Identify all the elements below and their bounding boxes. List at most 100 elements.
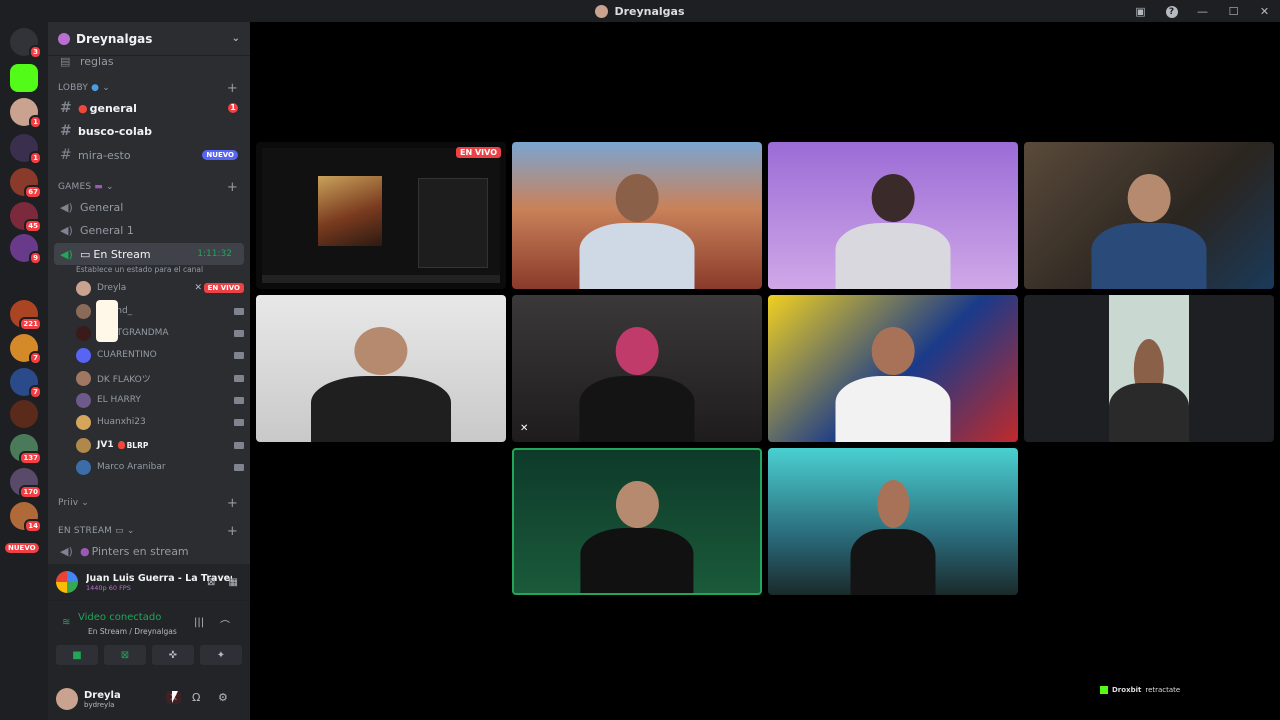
- inbox-icon[interactable]: ▣: [1125, 5, 1156, 18]
- voice-member[interactable]: Dreyla ✕ EN VIVO: [76, 277, 244, 299]
- server-icon-9[interactable]: [10, 400, 38, 428]
- voice-member[interactable]: DK FLAKOツ: [76, 367, 244, 389]
- voice-channel-en-stream[interactable]: ◀) ▭ En Stream 1:11:32: [54, 243, 244, 265]
- voice-channel-general-1[interactable]: ◀) General 1: [48, 219, 250, 241]
- voice-channel-general[interactable]: ◀) General: [48, 196, 250, 218]
- avatar: [76, 370, 91, 386]
- camera-button[interactable]: ■: [56, 645, 98, 665]
- voice-action-buttons: ■ ⊠ ✜ ✦: [56, 645, 242, 665]
- add-channel-icon[interactable]: +: [227, 180, 238, 195]
- video-tile-2[interactable]: [512, 142, 762, 289]
- new-servers-pill[interactable]: NUEVO: [5, 543, 39, 553]
- category-label: GAMES: [58, 182, 92, 192]
- stop-stream-icon[interactable]: ⊠: [207, 577, 215, 588]
- close-button[interactable]: ✕: [1249, 5, 1280, 18]
- voice-member[interactable]: Huanxhi23: [76, 411, 244, 433]
- participant: [1109, 295, 1189, 442]
- voice-member[interactable]: Marco Aranibar: [76, 456, 244, 478]
- user-name: Dreyla: [84, 689, 121, 701]
- watermark: Droxbit retractate: [1100, 686, 1180, 694]
- server-icon-2[interactable]: 1: [10, 134, 42, 165]
- channel-busco-colab[interactable]: # busco-colab: [48, 120, 250, 142]
- avatar[interactable]: [56, 688, 78, 710]
- channel-reglas[interactable]: ▤ reglas: [48, 56, 250, 72]
- video-tile-7[interactable]: [768, 295, 1018, 442]
- participant-body: [835, 375, 951, 442]
- server-icon-7[interactable]: 7: [10, 334, 42, 365]
- camera-icon: [234, 441, 244, 449]
- avatar: [76, 280, 91, 296]
- server-icon-3[interactable]: 67: [10, 168, 42, 199]
- video-tile-8[interactable]: [1024, 295, 1274, 442]
- add-channel-icon[interactable]: +: [227, 81, 238, 96]
- server-icon-12[interactable]: 14: [10, 502, 42, 533]
- activities-button[interactable]: ✜: [152, 645, 194, 665]
- kick-server-icon[interactable]: [10, 64, 38, 92]
- server-icon-6[interactable]: 221: [10, 300, 42, 331]
- stream-tile-screen-share[interactable]: EN VIVO: [256, 142, 506, 289]
- fire-emoji-icon: ●: [78, 101, 88, 115]
- server-header[interactable]: Dreynalgas ⌄: [48, 22, 250, 56]
- server-badge: 7: [29, 351, 42, 365]
- avatar: [76, 325, 91, 341]
- voice-member[interactable]: CUARENTINO: [76, 344, 244, 366]
- help-icon[interactable]: ?: [1156, 4, 1187, 18]
- voice-status[interactable]: Video conectado: [78, 612, 161, 623]
- video-tile-10[interactable]: [768, 448, 1018, 595]
- live-badge: EN VIVO: [456, 147, 501, 158]
- server-icon-1[interactable]: 1: [10, 98, 42, 129]
- video-tile-6[interactable]: ✕: [512, 295, 762, 442]
- category-priiv[interactable]: Priiv ⌄ +: [48, 492, 250, 514]
- disconnect-icon[interactable]: ⌒: [220, 617, 230, 632]
- mention-badge: 1: [228, 103, 238, 113]
- video-tile-4[interactable]: [1024, 142, 1274, 289]
- minimize-button[interactable]: —: [1187, 5, 1218, 18]
- participant-head: [871, 174, 915, 223]
- participant-head: [615, 174, 659, 223]
- signal-icon[interactable]: ≋: [62, 617, 70, 628]
- participant-body: [580, 528, 694, 593]
- video-tile-5[interactable]: [256, 295, 506, 442]
- server-icon-11[interactable]: 170: [10, 468, 42, 499]
- add-channel-icon[interactable]: +: [227, 524, 238, 539]
- voice-location[interactable]: En Stream / Dreynalgas: [88, 627, 177, 636]
- category-en-stream[interactable]: EN STREAM ▭ ⌄ +: [48, 520, 250, 542]
- channel-general[interactable]: # ● general 1: [48, 97, 250, 119]
- headphones-button[interactable]: Ω: [192, 691, 200, 704]
- camera-icon: [234, 329, 244, 337]
- add-channel-icon[interactable]: +: [227, 496, 238, 511]
- new-tag: NUEVO: [202, 150, 238, 160]
- kick-logo-icon: [1100, 686, 1108, 694]
- category-lobby[interactable]: LOBBY ● ⌄ +: [48, 77, 250, 99]
- server-icon-5[interactable]: 9: [10, 234, 42, 265]
- screen-share-button[interactable]: ⊠: [104, 645, 146, 665]
- settings-gear-button[interactable]: ⚙: [218, 691, 228, 704]
- chevron-down-icon: ⌄: [102, 83, 110, 93]
- server-icon-8[interactable]: 7: [10, 368, 42, 399]
- channel-mira-esto[interactable]: # mira-esto NUEVO: [48, 144, 250, 166]
- channel-status-hint[interactable]: Establece un estado para el canal: [76, 265, 203, 274]
- voice-member[interactable]: JV1 BLRP: [76, 434, 244, 456]
- soundboard-button[interactable]: ✦: [200, 645, 242, 665]
- chevron-down-icon: ⌄: [126, 526, 135, 536]
- participant-body: [835, 222, 951, 289]
- chevron-down-icon: ⌄: [81, 498, 90, 508]
- stream-settings-icon[interactable]: ▦: [229, 577, 238, 588]
- chevron-down-icon[interactable]: ⌄: [232, 33, 240, 44]
- watermark-brand: Droxbit: [1112, 686, 1142, 694]
- server-rail: 3 1 1 67 45 9 221 7 7 137 170 14 NUEVO: [0, 22, 48, 720]
- chevron-down-icon: ⌄: [106, 182, 114, 192]
- noise-suppression-icon[interactable]: |||: [194, 617, 204, 628]
- maximize-button[interactable]: ☐: [1218, 5, 1249, 18]
- server-name: Dreynalgas: [76, 31, 153, 46]
- camera-icon: [234, 374, 244, 382]
- voice-channel-pinters[interactable]: ◀) ● Pinters en stream: [48, 540, 250, 562]
- server-icon-4[interactable]: 45: [10, 202, 42, 233]
- video-tile-9-speaking[interactable]: [512, 448, 762, 595]
- avatar: [76, 303, 91, 319]
- category-games[interactable]: GAMES ▬ ⌄ +: [48, 176, 250, 198]
- voice-member[interactable]: EL HARRY: [76, 389, 244, 411]
- video-tile-3[interactable]: [768, 142, 1018, 289]
- server-icon-10[interactable]: 137: [10, 434, 42, 465]
- discord-home-icon[interactable]: 3: [10, 28, 42, 59]
